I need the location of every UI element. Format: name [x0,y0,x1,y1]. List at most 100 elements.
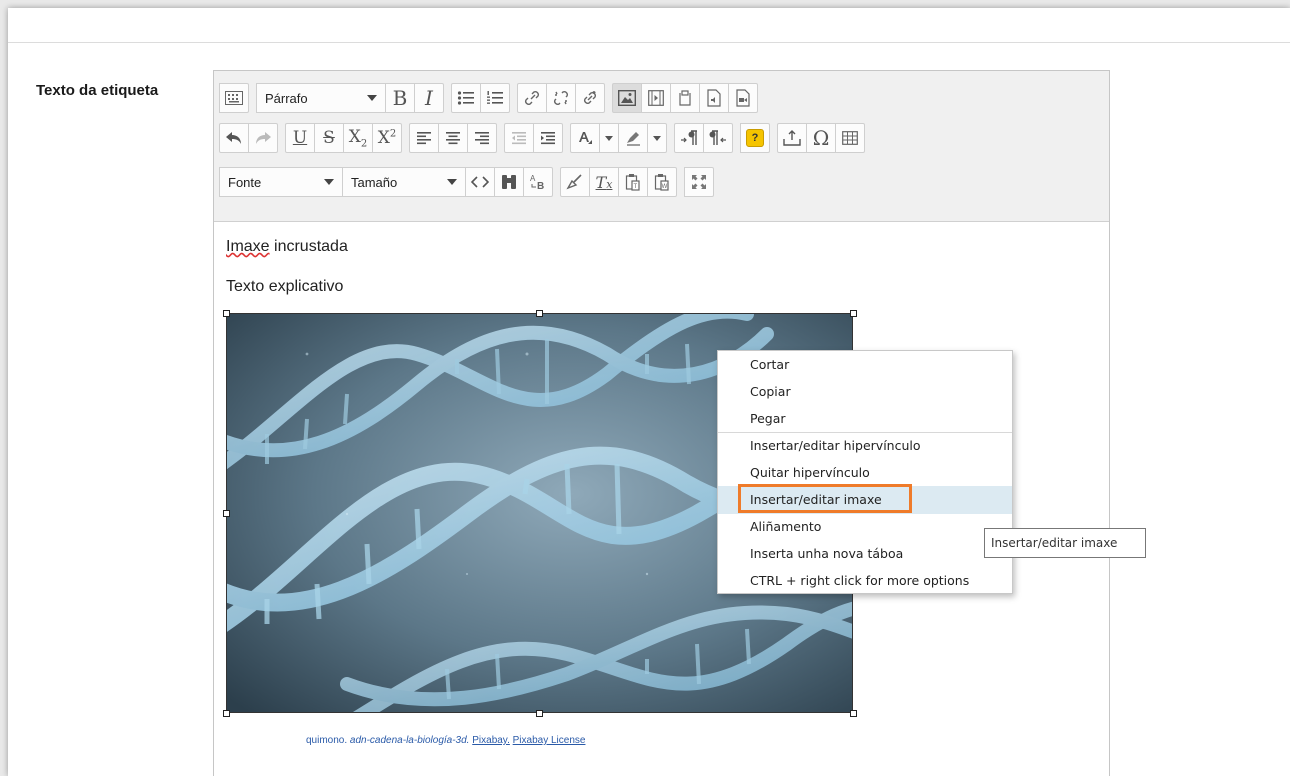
size-combo[interactable]: Tamaño [342,167,466,197]
resize-handle-top-left[interactable] [223,310,230,317]
strikethrough-icon: S [323,128,335,148]
anchor-link-icon [584,91,596,104]
menu-item-edit-link[interactable]: Insertar/editar hipervínculo [718,432,1012,460]
html-source-button[interactable] [465,167,495,197]
paste-text-icon: T [625,174,640,191]
menu-item-alignment[interactable]: Aliñamento [718,513,1012,541]
fullscreen-button[interactable] [684,167,714,197]
resize-handle-bottom-right[interactable] [850,710,857,717]
broom-icon [566,174,582,190]
align-right-icon [475,132,489,145]
insert-character-button[interactable] [777,123,807,153]
rtl-icon [709,130,726,145]
field-label: Texto da etiqueta [36,82,159,99]
link-button[interactable] [517,83,547,113]
ltr-button[interactable] [674,123,704,153]
redo-button[interactable] [248,123,278,153]
outdent-button[interactable] [504,123,534,153]
outdent-icon [512,132,526,145]
toggle-toolbar-button[interactable] [219,83,249,113]
underline-button[interactable]: U [285,123,315,153]
svg-text:T: T [634,184,638,190]
menu-item-more-options[interactable]: CTRL + right click for more options [718,567,1012,595]
strikethrough-button[interactable]: S [314,123,344,153]
manage-files-button[interactable] [670,83,700,113]
clear-format-button[interactable]: Tx [589,167,619,197]
replace-button[interactable]: AB [523,167,553,197]
paragraph-text: incrustada [269,238,348,255]
help-button[interactable]: ? [740,123,770,153]
chevron-down-icon [324,179,334,185]
align-center-button[interactable] [438,123,468,153]
tooltip: Insertar/editar imaxe [984,528,1146,558]
insert-media-button[interactable] [641,83,671,113]
highlight-box [738,484,912,513]
paragraph-embedded-image[interactable]: Imaxe incrustada [226,238,348,256]
unlink-icon [554,91,568,105]
subscript-button[interactable]: X2 [343,123,373,153]
bullet-list-button[interactable] [451,83,481,113]
font-combo-label: Fonte [228,174,262,190]
paste-text-button[interactable]: T [618,167,648,197]
resize-handle-top-right[interactable] [850,310,857,317]
underline-icon: U [292,128,308,148]
align-left-button[interactable] [409,123,439,153]
image-caption: quimono. adn-cadena-la-biología-3d. Pixa… [306,735,585,746]
redo-icon [256,132,271,144]
menu-item-paste[interactable]: Pegar [718,405,1012,433]
rtl-button[interactable] [703,123,733,153]
insert-image-button[interactable] [612,83,642,113]
font-combo[interactable]: Fonte [219,167,343,197]
size-combo-label: Tamaño [351,174,398,190]
menu-item-insert-table[interactable]: Inserta unha nova táboa [718,540,1012,568]
page: Texto da etiqueta Párrafo B I U S X2 X2 … [8,8,1290,776]
caption-source-link[interactable]: Pixabay. [472,735,510,746]
record-audio-button[interactable] [699,83,729,113]
anchor-link-button[interactable] [575,83,605,113]
italic-button[interactable]: I [414,83,444,113]
insert-table-button[interactable] [835,123,865,153]
record-video-button[interactable] [728,83,758,113]
menu-item-remove-link[interactable]: Quitar hipervínculo [718,459,1012,487]
superscript-button[interactable]: X2 [372,123,402,153]
svg-text:B: B [537,181,544,191]
omega-icon: Ω [812,126,830,150]
align-right-button[interactable] [467,123,497,153]
resize-handle-top[interactable] [536,310,543,317]
bold-icon: B [392,86,408,110]
format-combo[interactable]: Párrafo [256,83,386,113]
menu-item-edit-image[interactable]: Insertar/editar imaxe [718,484,1012,514]
top-divider [8,42,1290,43]
unlink-button[interactable] [546,83,576,113]
fullscreen-icon [692,175,706,189]
caption-license-link[interactable]: Pixabay License [513,735,586,746]
resize-handle-bottom[interactable] [536,710,543,717]
text-color-icon [579,132,592,144]
numbered-list-button[interactable] [480,83,510,113]
caption-author: quimono. [306,735,348,746]
background-color-button[interactable] [618,123,648,153]
chevron-down-icon [605,135,613,141]
svg-text:A: A [530,174,536,183]
link-icon [525,91,539,105]
text-color-button[interactable] [570,123,600,153]
toolbar-row-1: Párrafo B I [219,81,765,115]
menu-item-copy[interactable]: Copiar [718,378,1012,406]
indent-button[interactable] [533,123,563,153]
keyboard-icon [225,91,243,105]
special-char-button[interactable]: Ω [806,123,836,153]
paragraph-explanatory[interactable]: Texto explicativo [226,278,343,296]
background-color-dropdown[interactable] [647,123,667,153]
clean-html-button[interactable] [560,167,590,197]
bold-button[interactable]: B [385,83,415,113]
resize-handle-bottom-left[interactable] [223,710,230,717]
resize-handle-left[interactable] [223,510,230,517]
code-icon [471,176,489,188]
numbered-list-icon [487,91,503,104]
paste-word-button[interactable]: W [647,167,677,197]
menu-item-cut[interactable]: Cortar [718,351,1012,379]
caption-title: adn-cadena-la-biología-3d. [349,735,470,746]
text-color-dropdown[interactable] [599,123,619,153]
find-button[interactable] [494,167,524,197]
undo-button[interactable] [219,123,249,153]
